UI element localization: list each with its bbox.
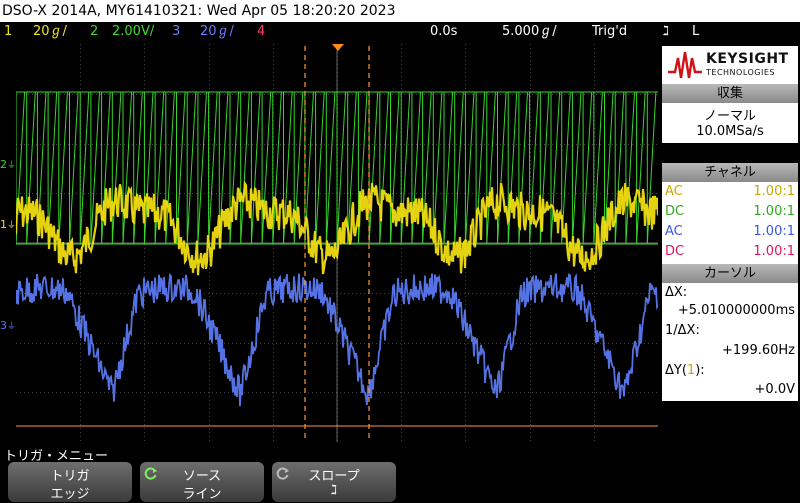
ch3-ground-marker[interactable]: 3⏚ bbox=[0, 319, 16, 332]
ch2-ground-marker[interactable]: 2⏚ bbox=[0, 158, 16, 171]
delta-y-label-suffix: ): bbox=[695, 363, 705, 378]
ch1-scale[interactable]: 20ℊ/ bbox=[33, 22, 67, 42]
title-text: DSO-X 2014A, MY61410321: Wed Apr 05 18:2… bbox=[2, 3, 396, 19]
softkey-3-bottom: ℷ bbox=[330, 483, 338, 498]
keysight-logo: KEYSIGHT TECHNOLOGIES bbox=[662, 46, 798, 84]
channel-row[interactable]: DC 1.00:1 bbox=[665, 204, 795, 223]
status-bar: 1 20ℊ/ 2 2.00V/ 3 20ℊ/ 4 0.0s 5.000ℊ/ Tr… bbox=[0, 22, 800, 42]
channel-row[interactable]: AC 1.00:1 bbox=[665, 184, 795, 203]
softkey-2-bottom: ライン bbox=[182, 487, 222, 502]
delta-x-value: +5.010000000ms bbox=[677, 303, 795, 318]
delta-y-label: ΔY(1): bbox=[665, 363, 705, 378]
acquire-mode: ノーマル bbox=[703, 109, 756, 124]
horizontal-delay[interactable]: 0.0s bbox=[430, 22, 457, 42]
cursor-section[interactable]: ΔX: +5.010000000ms 1/ΔX: +199.60Hz ΔY(1)… bbox=[662, 283, 798, 401]
channel-header: チャネル bbox=[662, 163, 798, 182]
delta-x-label: ΔX: bbox=[665, 285, 688, 300]
channel-section[interactable]: AC 1.00:1 DC 1.00:1 AC 1.00:1 DC 1.00:1 bbox=[662, 182, 798, 264]
softkey-2-top: ソース bbox=[182, 469, 222, 484]
ch1-ground-marker[interactable]: 1⏚ bbox=[0, 218, 16, 231]
delta-y-channel: 1 bbox=[686, 363, 696, 378]
inverse-delta-x-label: 1/ΔX: bbox=[665, 323, 700, 338]
trigger-slope-icon[interactable]: ℷ bbox=[663, 22, 669, 42]
brand-subtitle: TECHNOLOGIES bbox=[706, 68, 775, 77]
channel-row[interactable]: AC 1.00:1 bbox=[665, 224, 795, 243]
channel-probe-ratio: 1.00:1 bbox=[753, 244, 795, 259]
brand-name: KEYSIGHT bbox=[706, 51, 789, 67]
acquire-header: 収集 bbox=[662, 84, 798, 103]
ch4-number[interactable]: 4 bbox=[257, 22, 265, 42]
ch3-scale[interactable]: 20ℊ/ bbox=[200, 22, 234, 42]
channel-coupling: DC bbox=[665, 244, 685, 259]
ch2-number[interactable]: 2 bbox=[90, 22, 98, 42]
channel-probe-ratio: 1.00:1 bbox=[753, 184, 795, 199]
trigger-status: Trig'd bbox=[592, 24, 628, 39]
ch3-number[interactable]: 3 bbox=[172, 22, 180, 42]
channel-row[interactable]: DC 1.00:1 bbox=[665, 244, 795, 263]
softkey-source[interactable]: ソース ライン bbox=[140, 462, 264, 502]
inverse-delta-x-value: +199.60Hz bbox=[722, 343, 795, 358]
channel-coupling: AC bbox=[665, 184, 683, 199]
ch2-scale[interactable]: 2.00V/ bbox=[112, 22, 154, 42]
delta-y-label-prefix: ΔY( bbox=[665, 363, 687, 378]
keysight-wave-icon bbox=[668, 51, 702, 79]
timebase-scale[interactable]: 5.000ℊ/ bbox=[502, 22, 557, 42]
channel-probe-ratio: 1.00:1 bbox=[753, 204, 795, 219]
softkey-slope[interactable]: スロープ ℷ bbox=[272, 462, 396, 502]
channel-coupling: AC bbox=[665, 224, 683, 239]
softkey-1-top: トリガ bbox=[50, 469, 90, 484]
channel-coupling: DC bbox=[665, 204, 685, 219]
softkey-3-top: スロープ bbox=[308, 469, 360, 484]
softkey-trigger-type[interactable]: トリガ エッジ bbox=[8, 462, 132, 502]
acquire-rate: 10.0MSa/s bbox=[696, 124, 764, 139]
side-panel: KEYSIGHT TECHNOLOGIES 収集 ノーマル 10.0MSa/s … bbox=[660, 44, 800, 442]
softkey-1-bottom: エッジ bbox=[50, 487, 90, 502]
acquire-section[interactable]: ノーマル 10.0MSa/s bbox=[662, 103, 798, 143]
title-bar: DSO-X 2014A, MY61410321: Wed Apr 05 18:2… bbox=[0, 0, 800, 22]
cursor-header: カーソル bbox=[662, 264, 798, 283]
trigger-source[interactable]: L bbox=[692, 22, 699, 42]
ch1-number[interactable]: 1 bbox=[4, 22, 12, 42]
waveform-display[interactable] bbox=[16, 44, 658, 442]
channel-probe-ratio: 1.00:1 bbox=[753, 224, 795, 239]
delta-y-value: +0.0V bbox=[754, 382, 795, 397]
